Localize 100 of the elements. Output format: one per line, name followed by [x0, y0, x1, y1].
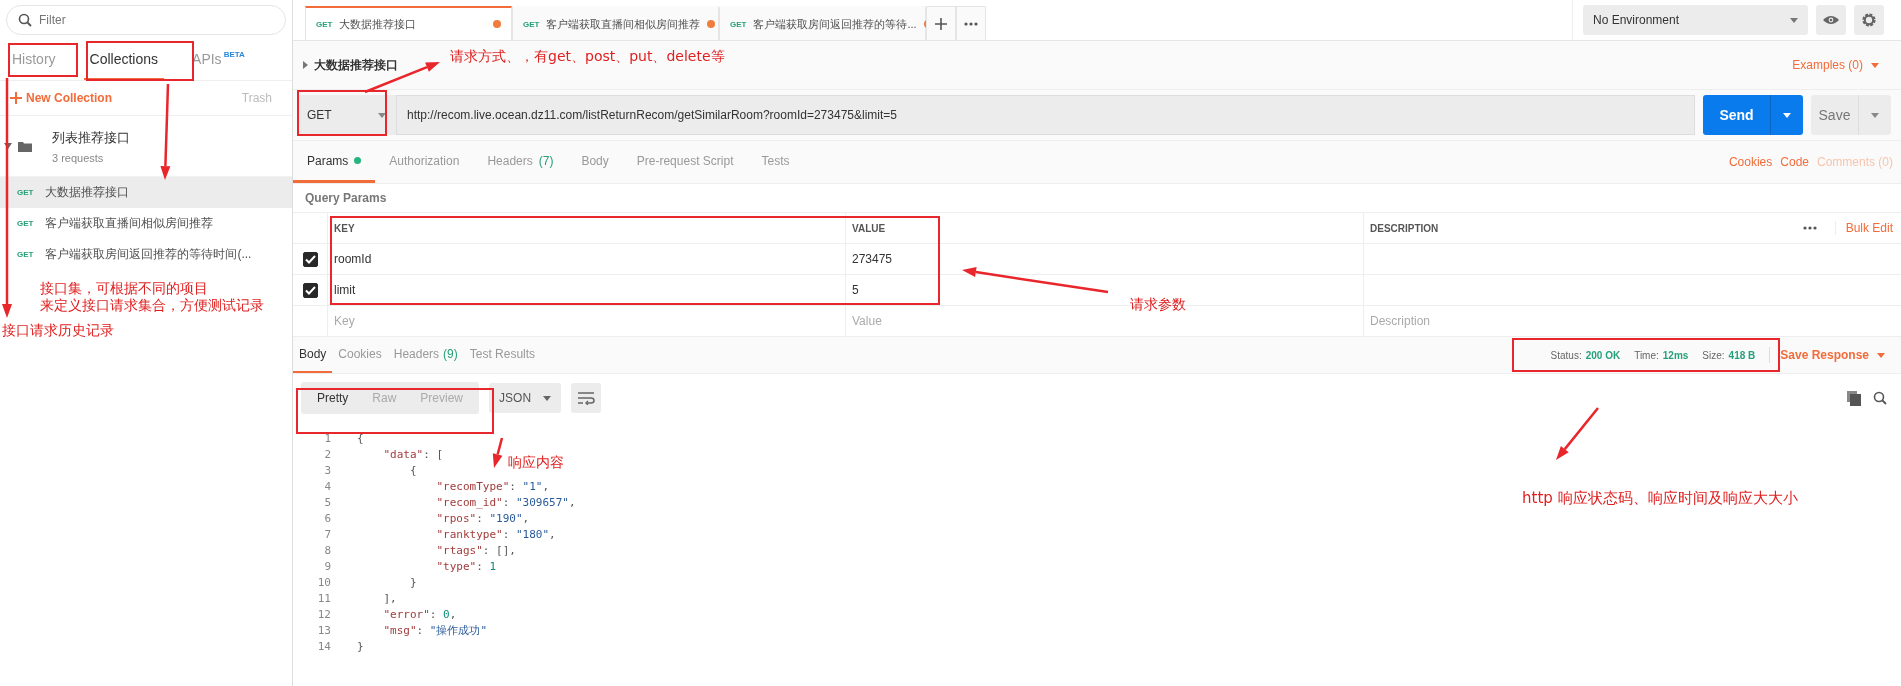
settings-button[interactable]	[1854, 5, 1884, 35]
caret-icon	[1871, 62, 1879, 68]
more-icon	[964, 21, 978, 26]
save-button[interactable]: Save	[1811, 95, 1891, 135]
annotation-arrow	[492, 437, 504, 468]
annotation-text: 请求参数	[1130, 296, 1186, 313]
response-tab[interactable]: Headers (9)	[387, 337, 464, 373]
request-subtab[interactable]: Body	[567, 141, 623, 183]
new-tab-button[interactable]	[926, 6, 956, 40]
response-tab[interactable]: Body	[293, 337, 333, 373]
annotation-text: 请求方式、，有get、post、put、delete等	[450, 48, 725, 65]
send-button[interactable]: Send	[1703, 95, 1803, 135]
line-number: 13	[316, 623, 331, 637]
trash-link[interactable]: Trash	[241, 91, 272, 105]
request-subtab[interactable]: Params	[293, 141, 376, 183]
line-number: 3	[323, 463, 331, 477]
request-item[interactable]: GET 客户端获取直播间相似房间推荐	[0, 208, 292, 239]
settings-icon	[1861, 12, 1877, 28]
code-line: "msg": "操作成功"	[382, 622, 488, 638]
table-cell: limit	[334, 283, 356, 297]
bulk-edit-link[interactable]: Bulk Edit	[1834, 221, 1893, 235]
request-subtab[interactable]: Pre-request Script	[622, 141, 748, 183]
wrap-button[interactable]	[571, 383, 602, 413]
status-value: 200 OK	[1585, 349, 1621, 361]
line-number: 10	[316, 575, 331, 589]
line-number: 2	[323, 447, 331, 461]
request-subtab[interactable]: Tests	[747, 141, 804, 183]
caret-icon	[1790, 17, 1798, 23]
code-line: "recomType": "1",	[435, 479, 550, 493]
checkbox[interactable]	[302, 251, 318, 267]
method-label: GET	[523, 19, 540, 29]
method-label: GET	[17, 219, 34, 228]
request-tab[interactable]: GET 客户端获取直播间相似房间推荐	[512, 6, 719, 40]
code-line: "recom_id": "309657",	[435, 495, 576, 509]
response-tab[interactable]: Test Results	[463, 337, 542, 373]
request-tab[interactable]: GET 大数据推荐接口	[305, 6, 512, 40]
view-mode-control[interactable]: Pretty Raw Preview	[301, 382, 480, 414]
placeholder-text: Value	[852, 314, 882, 328]
method-label: GET	[17, 188, 34, 197]
sidebar-tab[interactable]: Collections	[83, 40, 165, 80]
method-dropdown[interactable]: GET	[297, 95, 397, 135]
request-subtab[interactable]: Authorization	[375, 141, 474, 183]
copy-icon	[1847, 390, 1861, 406]
status-value: 12ms	[1662, 349, 1689, 361]
view-mode-option[interactable]: Preview	[408, 382, 476, 414]
view-mode-option[interactable]: Raw	[360, 382, 409, 414]
code-line: "error": 0,	[382, 607, 457, 621]
line-number: 5	[323, 495, 331, 509]
plus-icon	[935, 17, 947, 30]
annotation-text: 响应内容	[508, 454, 564, 471]
tab-title: 客户端获取房间返回推荐的等待...	[753, 16, 917, 32]
method-label: GET	[17, 250, 34, 259]
expand-icon	[303, 61, 308, 69]
line-number: 11	[316, 591, 331, 605]
examples-dropdown[interactable]: Examples (0)	[1786, 57, 1885, 73]
response-tab[interactable]: Cookies	[332, 337, 388, 373]
annotation-text: 接口请求历史记录	[2, 322, 114, 339]
wrap-lines-icon	[577, 391, 596, 405]
beta-label: BETA	[223, 50, 245, 59]
caret-icon	[543, 395, 552, 401]
caret-icon	[1871, 112, 1879, 118]
format-dropdown[interactable]: JSON	[489, 383, 562, 413]
plus-icon	[10, 92, 22, 104]
code-line: }	[408, 575, 417, 589]
code-line: "ranktype": "180",	[435, 527, 556, 541]
line-number: 1	[323, 431, 331, 445]
sidebar-tab[interactable]: History	[6, 40, 62, 80]
annotation-text: http 响应状态码、响应时间及响应大大小	[1522, 490, 1798, 507]
save-response-button[interactable]: Save Response	[1769, 347, 1891, 363]
code-line: "type": 1	[435, 559, 497, 573]
link[interactable]: Code	[1780, 155, 1809, 169]
url-field[interactable]: http://recom.live.ocean.dz11.com/listReturnRecom/getSimilarRoom?roomId=273475&limit=5	[397, 95, 1695, 135]
eye-button[interactable]	[1816, 5, 1846, 35]
annotation-arrow	[1556, 407, 1599, 460]
request-item[interactable]: GET 大数据推荐接口	[0, 177, 292, 208]
line-number: 6	[323, 511, 331, 525]
search-icon	[1873, 391, 1887, 405]
caret-icon	[378, 112, 386, 118]
request-name: 客户端获取房间返回推荐的等待时间(...	[45, 246, 252, 263]
environment-dropdown[interactable]: No Environment	[1583, 5, 1808, 35]
table-cell: 5	[852, 283, 859, 297]
filter-field[interactable]: Filter	[6, 5, 286, 35]
code-line: }	[357, 639, 364, 653]
view-mode-option[interactable]: Pretty	[305, 382, 361, 414]
annotation-text: 接口集，可根据不同的项目 来定义接口请求集合，方便测试记录	[40, 280, 264, 314]
status-value: 418 B	[1728, 349, 1756, 361]
code-line: ],	[382, 591, 397, 605]
line-number: 14	[316, 639, 331, 653]
method-label: GET	[316, 19, 333, 29]
new-collection-button[interactable]: New Collection	[10, 91, 112, 105]
column-header: VALUE	[845, 213, 1363, 243]
request-item[interactable]: GET 客户端获取房间返回推荐的等待时间(...	[0, 239, 292, 270]
request-tab[interactable]: GET 客户端获取房间返回推荐的等待...	[719, 6, 926, 40]
folder-icon	[18, 140, 32, 152]
checkbox[interactable]	[302, 282, 318, 298]
tab-title: 客户端获取直播间相似房间推荐	[546, 16, 701, 32]
link[interactable]: Cookies	[1728, 155, 1773, 169]
line-number: 4	[323, 479, 331, 493]
tab-title: 大数据推荐接口	[339, 16, 418, 32]
request-subtab[interactable]: Headers (7)	[473, 141, 568, 183]
